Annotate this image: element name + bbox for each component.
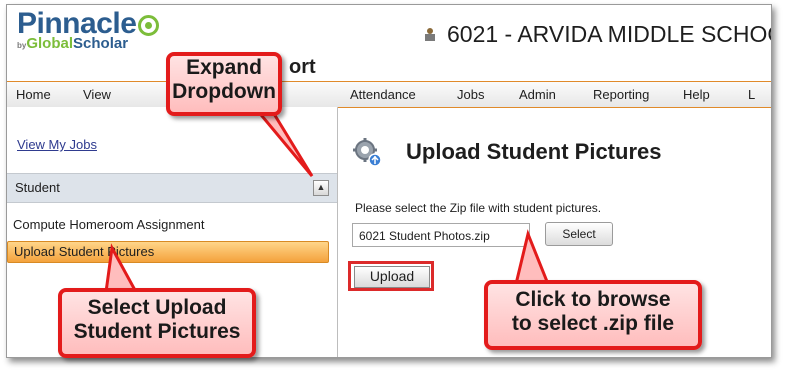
callout-text-line1: Expand <box>186 56 262 79</box>
select-file-button[interactable]: Select <box>545 222 613 246</box>
main-nav: Home View Attendance Jobs Admin Reportin… <box>7 81 771 108</box>
upload-button[interactable]: Upload <box>354 266 430 288</box>
header-subtitle: ort <box>289 56 316 78</box>
school-icon <box>425 28 435 41</box>
callout-text-line2: to select .zip file <box>511 312 675 335</box>
select-upload-callout: Select Upload Student Pictures <box>58 288 256 358</box>
upload-highlight: Upload <box>348 261 434 291</box>
school-name: 6021 - ARVIDA MIDDLE SCHOOL , 6021 20 <box>447 21 771 47</box>
nav-reporting[interactable]: Reporting <box>593 87 649 102</box>
sidebar-item-upload-pictures[interactable]: Upload Student Pictures <box>7 241 329 263</box>
expand-dropdown-button[interactable]: ▲ <box>313 180 329 196</box>
zip-file-value: 6021 Student Photos.zip <box>359 229 490 243</box>
nav-view[interactable]: View <box>83 87 111 102</box>
page-title: Upload Student Pictures <box>406 139 662 164</box>
callout-text-line1: Select Upload <box>87 296 227 319</box>
nav-jobs[interactable]: Jobs <box>457 87 484 102</box>
callout-text-line2: Student Pictures <box>73 320 241 343</box>
instruction-text: Please select the Zip file with student … <box>355 201 602 215</box>
sidebar-section-student[interactable]: Student ▲ <box>7 173 337 203</box>
callout-text-line2: Dropdown <box>172 80 276 103</box>
view-my-jobs-link[interactable]: View My Jobs <box>17 137 97 152</box>
nav-more[interactable]: L <box>748 87 755 102</box>
pinnacle-logo[interactable]: Pinnacle byGlobalScholar <box>17 7 160 52</box>
sidebar-item-compute-homeroom[interactable]: Compute Homeroom Assignment <box>13 217 204 232</box>
logo-scholar: Scholar <box>73 35 129 52</box>
logo-by: by <box>17 41 27 50</box>
logo-mark-icon <box>138 15 160 36</box>
app-header: Pinnacle byGlobalScholar 6021 - ARVIDA M… <box>7 5 771 81</box>
upload-gear-icon <box>353 138 382 167</box>
logo-global: Global <box>26 35 74 52</box>
nav-home[interactable]: Home <box>16 87 51 102</box>
nav-help[interactable]: Help <box>683 87 710 102</box>
section-label: Student <box>15 180 60 195</box>
sidebar-item-label: Upload Student Pictures <box>14 244 155 259</box>
browse-zip-callout: Click to browse to select .zip file <box>484 280 702 350</box>
callout-text-line1: Click to browse <box>515 288 671 311</box>
nav-admin[interactable]: Admin <box>519 87 556 102</box>
nav-attendance[interactable]: Attendance <box>350 87 416 102</box>
expand-dropdown-callout: Expand Dropdown <box>166 52 282 116</box>
zip-file-field[interactable]: 6021 Student Photos.zip <box>352 223 530 247</box>
